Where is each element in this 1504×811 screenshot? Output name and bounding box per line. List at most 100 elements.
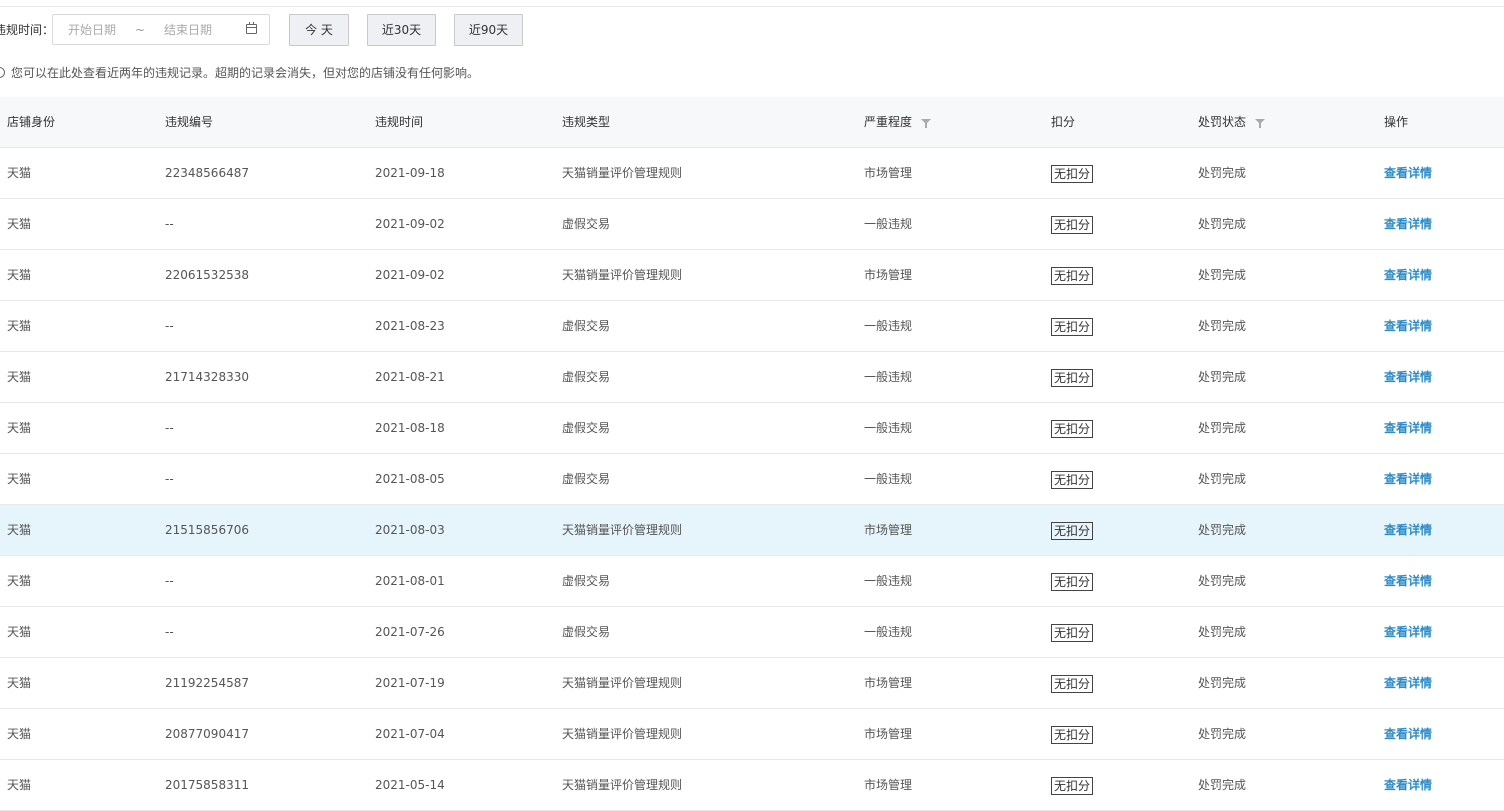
cell-violation-id: 20175858311	[165, 778, 249, 792]
cell-penalty-status: 处罚完成	[1198, 421, 1247, 435]
cell-violation-time: 2021-08-03	[375, 523, 445, 537]
last-30-days-button[interactable]: 近30天	[367, 13, 436, 46]
cell-violation-id: --	[165, 217, 174, 231]
view-details-link[interactable]: 查看详情	[1384, 523, 1432, 537]
cell-penalty-status: 处罚完成	[1198, 676, 1247, 690]
cell-violation-type: 虚假交易	[562, 319, 611, 333]
cell-shop-identity: 天猫	[7, 778, 32, 792]
deduction-badge: 无扣分	[1051, 623, 1094, 642]
cell-action: 查看详情	[1384, 148, 1432, 198]
cell-penalty-status: 处罚完成	[1198, 472, 1247, 486]
cell-violation-time: 2021-09-02	[375, 268, 445, 282]
top-divider	[0, 6, 1504, 7]
cell-action: 查看详情	[1384, 250, 1432, 300]
cell-action: 查看详情	[1384, 199, 1432, 249]
deduction-badge: 无扣分	[1051, 776, 1094, 795]
table-row: 天猫 21714328330 2021-08-21 虚假交易 一般违规 无扣分 处罚完成 查看…	[0, 352, 1504, 403]
cell-violation-id: --	[165, 472, 174, 486]
view-details-link[interactable]: 查看详情	[1384, 319, 1432, 333]
table-row: 天猫 20175858311 2021-05-14 天猫销量评价管理规则 市场管理 无扣分…	[0, 760, 1504, 811]
today-button[interactable]: 今 天	[289, 13, 349, 46]
table-row: 天猫 20877090417 2021-07-04 天猫销量评价管理规则 市场管理 无扣分…	[0, 709, 1504, 760]
cell-severity: 市场管理	[864, 727, 913, 741]
severity-filter-icon[interactable]	[921, 119, 932, 128]
date-filter-bar: 违规时间： ~ 今 天 近30天 近90天	[0, 13, 523, 46]
cell-violation-time: 2021-05-14	[375, 778, 445, 792]
cell-shop-identity: 天猫	[7, 574, 32, 588]
view-details-link[interactable]: 查看详情	[1384, 676, 1432, 690]
header-violation-time: 违规时间	[375, 115, 424, 129]
cell-violation-type: 天猫销量评价管理规则	[562, 676, 683, 690]
cell-deduction: 无扣分	[1051, 301, 1094, 351]
deduction-badge: 无扣分	[1051, 470, 1094, 489]
view-details-link[interactable]: 查看详情	[1384, 166, 1432, 180]
cell-severity: 一般违规	[864, 472, 913, 486]
table-row: 天猫 -- 2021-08-01 虚假交易 一般违规 无扣分 处罚完成 查看详情	[0, 556, 1504, 607]
cell-action: 查看详情	[1384, 709, 1432, 759]
header-violation-id: 违规编号	[165, 115, 214, 129]
cell-violation-type: 虚假交易	[562, 421, 611, 435]
cell-shop-identity: 天猫	[7, 625, 32, 639]
cell-violation-type: 天猫销量评价管理规则	[562, 778, 683, 792]
notice-text: 您可以在此处查看近两年的违规记录。超期的记录会消失，但对您的店铺没有任何影响。	[11, 65, 480, 80]
view-details-link[interactable]: 查看详情	[1384, 421, 1432, 435]
cell-deduction: 无扣分	[1051, 760, 1094, 810]
view-details-link[interactable]: 查看详情	[1384, 727, 1432, 741]
cell-violation-type: 天猫销量评价管理规则	[562, 727, 683, 741]
cell-severity: 市场管理	[864, 166, 913, 180]
cell-violation-id: --	[165, 319, 174, 333]
cell-violation-type: 虚假交易	[562, 370, 611, 384]
status-filter-icon[interactable]	[1255, 119, 1266, 128]
view-details-link[interactable]: 查看详情	[1384, 574, 1432, 588]
view-details-link[interactable]: 查看详情	[1384, 472, 1432, 486]
violation-table: 店铺身份 违规编号 违规时间 违规类型 严重程度 扣分 处罚状态 操作 天猫 22…	[0, 97, 1504, 811]
table-row: 天猫 -- 2021-08-23 虚假交易 一般违规 无扣分 处罚完成 查看详情	[0, 301, 1504, 352]
deduction-badge: 无扣分	[1051, 164, 1094, 183]
start-date-input[interactable]	[53, 22, 131, 37]
header-severity: 严重程度	[864, 97, 932, 147]
cell-shop-identity: 天猫	[7, 727, 32, 741]
table-row: 天猫 22061532538 2021-09-02 天猫销量评价管理规则 市场管理 无扣分…	[0, 250, 1504, 301]
cell-violation-time: 2021-09-18	[375, 166, 445, 180]
cell-violation-type: 天猫销量评价管理规则	[562, 523, 683, 537]
view-details-link[interactable]: 查看详情	[1384, 217, 1432, 231]
cell-violation-id: 22348566487	[165, 166, 249, 180]
cell-action: 查看详情	[1384, 403, 1432, 453]
cell-violation-time: 2021-08-01	[375, 574, 445, 588]
cell-action: 查看详情	[1384, 556, 1432, 606]
header-penalty-status: 处罚状态	[1198, 97, 1266, 147]
cell-violation-type: 虚假交易	[562, 472, 611, 486]
table-row: 天猫 -- 2021-07-26 虚假交易 一般违规 无扣分 处罚完成 查看详情	[0, 607, 1504, 658]
calendar-icon[interactable]	[246, 22, 257, 34]
cell-shop-identity: 天猫	[7, 217, 32, 231]
cell-penalty-status: 处罚完成	[1198, 625, 1247, 639]
cell-severity: 一般违规	[864, 217, 913, 231]
table-row: 天猫 22348566487 2021-09-18 天猫销量评价管理规则 市场管理 无扣分…	[0, 148, 1504, 199]
view-details-link[interactable]: 查看详情	[1384, 625, 1432, 639]
cell-shop-identity: 天猫	[7, 421, 32, 435]
cell-deduction: 无扣分	[1051, 607, 1094, 657]
cell-severity: 一般违规	[864, 319, 913, 333]
cell-penalty-status: 处罚完成	[1198, 370, 1247, 384]
deduction-badge: 无扣分	[1051, 266, 1094, 285]
deduction-badge: 无扣分	[1051, 368, 1094, 387]
notice-bar: 您可以在此处查看近两年的违规记录。超期的记录会消失，但对您的店铺没有任何影响。	[0, 63, 479, 81]
cell-violation-time: 2021-08-18	[375, 421, 445, 435]
end-date-input[interactable]	[149, 22, 227, 37]
view-details-link[interactable]: 查看详情	[1384, 778, 1432, 792]
cell-deduction: 无扣分	[1051, 454, 1094, 504]
cell-violation-time: 2021-07-26	[375, 625, 445, 639]
table-body: 天猫 22348566487 2021-09-18 天猫销量评价管理规则 市场管理 无扣分…	[0, 148, 1504, 811]
header-violation-type: 违规类型	[562, 115, 611, 129]
cell-severity: 市场管理	[864, 268, 913, 282]
view-details-link[interactable]: 查看详情	[1384, 370, 1432, 384]
table-header: 店铺身份 违规编号 违规时间 违规类型 严重程度 扣分 处罚状态 操作	[0, 97, 1504, 148]
view-details-link[interactable]: 查看详情	[1384, 268, 1432, 282]
table-row: 天猫 -- 2021-09-02 虚假交易 一般违规 无扣分 处罚完成 查看详情	[0, 199, 1504, 250]
deduction-badge: 无扣分	[1051, 521, 1094, 540]
cell-action: 查看详情	[1384, 352, 1432, 402]
date-range-picker[interactable]: ~	[52, 14, 270, 45]
cell-deduction: 无扣分	[1051, 352, 1094, 402]
cell-violation-id: 20877090417	[165, 727, 249, 741]
last-90-days-button[interactable]: 近90天	[454, 13, 523, 46]
